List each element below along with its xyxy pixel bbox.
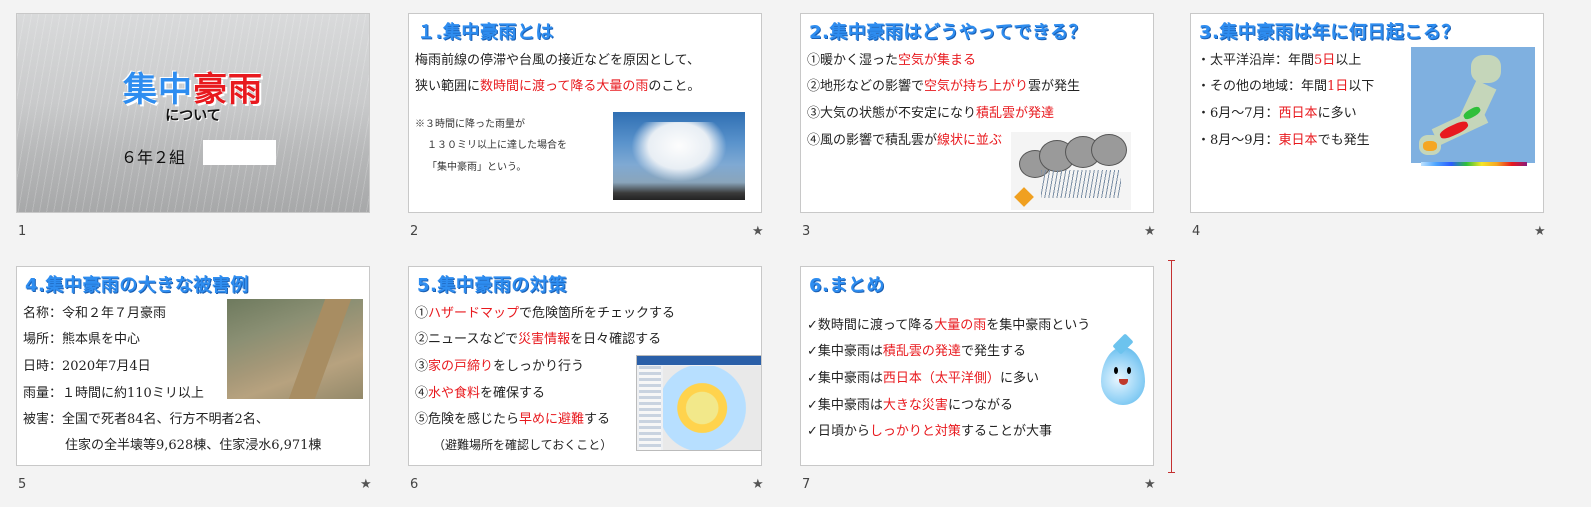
slide-thumbnail-6[interactable]: 5.集中豪雨の対策 ①ハザードマップで危険箇所をチェックする ②ニュースなどで災… [408, 266, 762, 466]
check-icon: ✓ [807, 318, 818, 333]
flood-aerial-photo [227, 299, 363, 399]
text-line: 狭い範囲に数時間に渡って降る大量の雨のこと。 [415, 79, 701, 94]
text-line: 日時：2020年7月4日 [23, 359, 151, 374]
map-legend [1421, 162, 1527, 166]
slide-title: 6.まとめ [809, 275, 885, 296]
text-line: ④水や食料を確保する [415, 386, 546, 401]
text-line: ✓集中豪雨は積乱雲の発達で発生する [807, 344, 1026, 359]
class-label: ６年２組 [121, 148, 186, 167]
japan-rain-map-image [1411, 47, 1535, 163]
text-line: ・8月～9月：東日本でも発生 [1197, 133, 1370, 148]
text-line: ②地形などの影響で空気が持ち上がり雲が発生 [807, 79, 1081, 94]
insertion-cursor [1168, 260, 1175, 473]
text-line: 被害：全国で死者84名、行方不明者2名、 [23, 412, 269, 427]
text-line: ✓数時間に渡って降る大量の雨を集中豪雨という [807, 318, 1091, 333]
name-box [203, 140, 276, 165]
text-line: ・6月～7月：西日本に多い [1197, 106, 1357, 121]
linear-rainband-illustration [1011, 132, 1131, 210]
slide-title: １.集中豪雨とは [417, 22, 554, 43]
text-line: ①ハザードマップで危険箇所をチェックする [415, 306, 676, 321]
slide-number-1: 1 [18, 224, 27, 239]
cumulonimbus-photo [613, 112, 745, 200]
text-line: ③家の戸締りをしっかり行う [415, 359, 585, 374]
check-icon: ✓ [807, 371, 818, 386]
slide-thumbnail-5[interactable]: 4.集中豪雨の大きな被害例 名称：令和２年７月豪雨 場所：熊本県を中心 日時：2… [16, 266, 370, 466]
text-line: ✓集中豪雨は西日本（太平洋側）に多い [807, 371, 1039, 386]
slide-number-5: 5 [18, 477, 27, 492]
text-line: （避難場所を確認しておくこと） [433, 438, 613, 452]
text-line: 場所：熊本県を中心 [23, 332, 141, 347]
text-line: ✓日頃からしっかりと対策することが大事 [807, 424, 1052, 439]
slide-number-6: 6 [410, 477, 419, 492]
slide-thumbnail-4[interactable]: 3.集中豪雨は年に何日起こる？ ・太平洋沿岸：年間5日以上 ・その他の地域：年間… [1190, 13, 1544, 213]
check-icon: ✓ [807, 398, 818, 413]
text-line: 名称：令和２年７月豪雨 [23, 306, 167, 321]
water-drop-mascot [1101, 347, 1145, 405]
slide-1-title: 集中豪雨 [123, 70, 263, 110]
check-icon: ✓ [807, 424, 818, 439]
text-line: ⑤危険を感じたら早めに避難する [415, 412, 611, 427]
text-line: ②ニュースなどで災害情報を日々確認する [415, 332, 662, 347]
check-icon: ✓ [807, 344, 818, 359]
slide-thumbnail-7[interactable]: 6.まとめ ✓数時間に渡って降る大量の雨を集中豪雨という ✓集中豪雨は積乱雲の発… [800, 266, 1154, 466]
text-line: ✓集中豪雨は大きな災害につながる [807, 398, 1013, 413]
star-icon: ★ [752, 224, 764, 239]
text-line: ・太平洋沿岸：年間5日以上 [1197, 53, 1362, 68]
slide-1-subtitle: について [165, 108, 221, 124]
slide-number-4: 4 [1192, 224, 1201, 239]
slide-number-3: 3 [802, 224, 811, 239]
star-icon: ★ [360, 477, 372, 492]
text-line: ①暖かく湿った空気が集まる [807, 53, 977, 68]
slide-number-2: 2 [410, 224, 419, 239]
text-line: 梅雨前線の停滞や台風の接近などを原因として、 [415, 53, 700, 68]
text-line: ③大気の状態が不安定になり積乱雲が発達 [807, 106, 1055, 121]
text-line: ④風の影響で積乱雲が線状に並ぶ [807, 133, 1003, 148]
note-line: 「集中豪雨」という。 [427, 162, 527, 173]
slide-title: 3.集中豪雨は年に何日起こる？ [1199, 22, 1460, 43]
slide-thumbnail-3[interactable]: 2.集中豪雨はどうやってできる？ ①暖かく湿った空気が集まる ②地形などの影響で… [800, 13, 1154, 213]
slide-title: 4.集中豪雨の大きな被害例 [25, 275, 249, 296]
note-line: １３０ミリ以上に達した場合を [427, 140, 567, 151]
text-line: 雨量：１時間に約110ミリ以上 [23, 386, 204, 401]
slide-title: 2.集中豪雨はどうやってできる？ [809, 22, 1088, 43]
text-line: ・その他の地域：年間1日以下 [1197, 79, 1375, 94]
star-icon: ★ [752, 477, 764, 492]
text-line: 住家の全半壊等9,628棟、住家浸水6,971棟 [65, 438, 322, 453]
star-icon: ★ [1144, 224, 1156, 239]
note-line: ※３時間に降った雨量が [415, 119, 525, 130]
star-icon: ★ [1144, 477, 1156, 492]
slide-title: 5.集中豪雨の対策 [417, 275, 567, 296]
hazard-map-image [636, 355, 761, 451]
slide-thumbnail-1[interactable]: 集中豪雨 について ６年２組 [16, 13, 370, 213]
star-icon: ★ [1534, 224, 1546, 239]
slide-number-7: 7 [802, 477, 811, 492]
slide-thumbnail-2[interactable]: １.集中豪雨とは 梅雨前線の停滞や台風の接近などを原因として、 狭い範囲に数時間… [408, 13, 762, 213]
